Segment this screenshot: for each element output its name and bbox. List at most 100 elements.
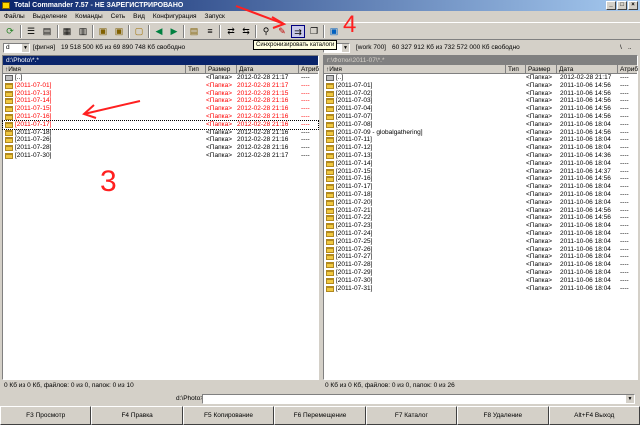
chevron-down-icon[interactable]: ▼ [626,395,634,403]
menu-configuration[interactable]: Конфигурация [153,11,197,22]
list-item[interactable]: [..] <Папка> 2012-02-28 21:17 ---- [324,74,637,82]
list-item[interactable]: [2011-07-17] <Папка> 2011-10-06 18:04 ---- [324,183,637,191]
command-line-input[interactable]: ▼ [202,394,635,404]
list-item[interactable]: [2011-07-14] <Папка> 2012-02-28 21:16 ---- [3,97,318,105]
right-file-panel[interactable]: r:\Фотки\2011-07\*.* ↑Имя Тип Размер Дат… [323,55,638,380]
menu-selection[interactable]: Выделение [33,11,67,22]
menu-files[interactable]: Файлы [4,11,25,22]
f3-view-button[interactable]: F3 Просмотр [0,406,92,425]
list-item[interactable]: [2011-07-26] <Папка> 2012-02-28 21:16 ---- [3,136,318,144]
cell-date: 2011-10-06 18:04 [560,261,611,269]
left-file-panel[interactable]: d:\Photo\*.* ↑Имя Тип Размер Дата Атриб … [2,55,319,380]
column-attr[interactable]: Атриб [618,65,639,74]
find-files-icon[interactable]: ⚲ [259,25,273,38]
list-item[interactable]: [2011-07-28] <Папка> 2011-10-06 18:04 ---- [324,261,637,269]
list-item[interactable]: [2011-07-04] <Папка> 2011-10-06 14:56 ---- [324,105,637,113]
f5-copy-button[interactable]: F5 Копирование [182,406,275,425]
f6-move-button[interactable]: F6 Перемещение [274,406,366,425]
multi-rename-icon[interactable]: ▤ [187,25,201,38]
list-item[interactable]: [2011-07-07] <Папка> 2011-10-06 14:56 ---- [324,113,637,121]
full-view-icon[interactable]: ▤ [40,25,54,38]
sync-dirs-icon[interactable]: ⇉ [291,25,305,38]
list-item[interactable]: [2011-07-21] <Папка> 2011-10-06 14:56 ---- [324,207,637,215]
list-item[interactable]: [2011-07-31] <Папка> 2011-10-06 18:04 ---- [324,285,637,293]
menu-commands[interactable]: Команды [75,11,103,22]
list-item[interactable]: [2011-07-01] <Папка> 2011-10-06 14:56 ---- [324,82,637,90]
minimize-button[interactable]: _ [606,1,616,10]
column-attr[interactable]: Атриб [299,65,320,74]
column-date[interactable]: Дата [557,65,618,74]
list-item[interactable]: [2011-07-22] <Папка> 2011-10-06 14:56 ---- [324,214,637,222]
list-item[interactable]: [2011-07-18] <Папка> 2011-10-06 18:04 ---- [324,191,637,199]
refresh-icon[interactable]: ⟳ [3,25,17,38]
column-date[interactable]: Дата [237,65,299,74]
f8-delete-button[interactable]: F8 Удаление [457,406,549,425]
help-icon[interactable]: ▣ [327,25,341,38]
forward-icon[interactable]: ▶ [167,25,181,38]
list-item[interactable]: [2011-07-11] <Папка> 2011-10-06 18:04 ---- [324,136,637,144]
menu-view[interactable]: Вид [133,11,145,22]
maximize-button[interactable]: □ [617,1,627,10]
list-item[interactable]: [2011-07-13] <Папка> 2011-10-06 14:36 ---- [324,152,637,160]
right-path-bar[interactable]: r:\Фотки\2011-07\*.* [324,56,637,65]
list-item[interactable]: [2011-07-03] <Папка> 2011-10-06 14:56 ---- [324,97,637,105]
list-item[interactable]: [2011-07-24] <Папка> 2011-10-06 18:04 ---- [324,230,637,238]
list-item[interactable]: [2011-07-25] <Папка> 2011-10-06 18:04 ---- [324,238,637,246]
list-item[interactable]: [2011-07-16] <Папка> 2012-02-28 21:16 ---- [3,113,318,121]
list-item[interactable]: [2011-07-18] <Папка> 2012-02-28 21:16 ---- [3,129,318,137]
column-type[interactable]: Тип [506,65,526,74]
tree-icon[interactable]: ▥ [76,25,90,38]
list-item[interactable]: [2011-07-30] <Папка> 2012-02-28 21:17 ---- [3,152,318,160]
f4-edit-button[interactable]: F4 Правка [91,406,183,425]
left-drive-select[interactable]: d ▼ [3,43,30,53]
column-size[interactable]: Размер [526,65,557,74]
brief-view-icon[interactable]: ☰ [24,25,38,38]
f7-mkdir-button[interactable]: F7 Каталог [365,406,458,425]
close-button[interactable]: × [628,1,638,10]
list-item[interactable]: [2011-07-08] <Папка> 2011-10-06 18:04 ---- [324,121,637,129]
cell-size: <Папка> [526,128,552,136]
cell-attr: ---- [301,144,310,152]
right-root-button[interactable]: \ [620,41,622,55]
new-ftp-icon[interactable]: ⇆ [239,25,253,38]
cell-attr: ---- [620,214,629,222]
list-item[interactable]: [2011-07-17] <Папка> 2012-02-28 21:16 ---- [2,119,319,130]
list-item[interactable]: [2011-07-20] <Папка> 2011-10-06 18:04 ---- [324,199,637,207]
view-icon[interactable]: ✎ [275,25,289,38]
folder-hotlist-icon[interactable]: ▢ [132,25,146,38]
thumbnails-icon[interactable]: ▦ [60,25,74,38]
pack-icon[interactable]: ▣ [96,25,110,38]
list-item[interactable]: [2011-07-02] <Папка> 2011-10-06 14:56 ---- [324,90,637,98]
ftp-icon[interactable]: ⇄ [224,25,238,38]
list-item[interactable]: [2011-07-01] <Папка> 2012-02-28 21:17 ---- [3,82,318,90]
list-item[interactable]: [2011-07-12] <Папка> 2011-10-06 18:04 ---- [324,144,637,152]
unpack-icon[interactable]: ▣ [112,25,126,38]
list-item[interactable]: [2011-07-29] <Папка> 2011-10-06 18:04 ---- [324,269,637,277]
list-item[interactable]: [..] <Папка> 2012-02-28 21:17 ---- [3,74,318,82]
alt-f4-exit-button[interactable]: Alt+F4 Выход [548,406,640,425]
copy-names-icon[interactable]: ❐ [307,25,321,38]
list-item[interactable]: [2011-07-28] <Папка> 2012-02-28 21:16 ---- [3,144,318,152]
right-up-button[interactable]: .. [628,41,632,55]
compare-icon[interactable]: ≡ [203,25,217,38]
cell-date: 2011-10-06 18:04 [560,284,611,292]
column-name[interactable]: ↑Имя [324,65,506,74]
back-icon[interactable]: ◀ [152,25,166,38]
list-item[interactable]: [2011-07-15] <Папка> 2012-02-28 21:16 ---- [3,105,318,113]
list-item[interactable]: [2011-07-30] <Папка> 2011-10-06 18:04 ---- [324,277,637,285]
column-type[interactable]: Тип [186,65,206,74]
column-name[interactable]: ↑Имя [3,65,186,74]
list-item[interactable]: [2011-07-27] <Папка> 2011-10-06 18:04 ---- [324,253,637,261]
list-item[interactable]: [2011-07-14] <Папка> 2011-10-06 18:04 ---- [324,160,637,168]
left-path-bar[interactable]: d:\Photo\*.* [3,56,318,65]
list-item[interactable]: [2011-07-16] <Папка> 2011-10-06 14:56 ---- [324,175,637,183]
column-size[interactable]: Размер [206,65,237,74]
list-item[interactable]: [2011-07-15] <Папка> 2011-10-06 14:37 ---- [324,168,637,176]
list-item[interactable]: [2011-07-09 - globalgathering] <Папка> 201… [324,129,637,137]
menu-network[interactable]: Сеть [111,11,125,22]
list-item[interactable]: [2011-07-13] <Папка> 2012-02-28 21:15 ---- [3,90,318,98]
list-item[interactable]: [2011-07-26] <Папка> 2011-10-06 18:04 ---- [324,246,637,254]
list-item[interactable]: [2011-07-23] <Папка> 2011-10-06 18:04 ---- [324,222,637,230]
menu-start[interactable]: Запуск [205,11,225,22]
chevron-down-icon: ▼ [22,44,29,52]
